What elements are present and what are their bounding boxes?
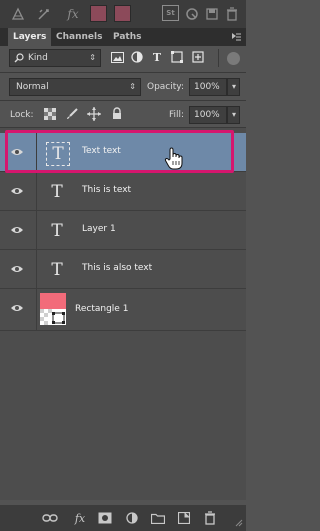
new-layer-icon[interactable]	[176, 510, 192, 526]
divider	[218, 49, 219, 67]
layer-row[interactable]: T This is also text	[0, 250, 246, 289]
visibility-eye-icon[interactable]	[10, 302, 24, 314]
tab-channels[interactable]: Channels	[51, 28, 107, 46]
search-icon	[14, 53, 24, 69]
adjustment-layer-icon[interactable]	[124, 510, 140, 526]
resize-grip-icon[interactable]	[234, 518, 243, 530]
kind-filter-label: Kind	[28, 53, 48, 63]
transform-icon[interactable]	[10, 5, 26, 22]
lock-label: Lock:	[10, 110, 34, 120]
layers-list: T Text text T This is text T Layer 1 T T…	[0, 128, 246, 500]
refresh-icon[interactable]	[184, 5, 200, 22]
blend-mode-dropdown[interactable]: Normal ⇕	[9, 78, 141, 96]
divider	[36, 289, 37, 331]
lock-all-icon[interactable]	[112, 107, 122, 123]
chevron-updown-icon: ⇕	[89, 53, 96, 62]
color-swatch[interactable]	[90, 5, 107, 22]
warp-icon[interactable]	[36, 5, 52, 22]
layer-row[interactable]: T This is text	[0, 172, 246, 211]
shape-layer-thumbnail	[40, 293, 66, 328]
visibility-eye-icon[interactable]	[10, 263, 24, 275]
layer-row[interactable]: T Layer 1	[0, 211, 246, 250]
opacity-label: Opacity:	[147, 82, 184, 92]
text-layer-thumbnail: T	[51, 260, 63, 280]
divider	[36, 172, 37, 211]
panel-top-toolbar: fx St	[0, 0, 246, 28]
divider	[36, 250, 37, 289]
type-filter-icon[interactable]: T	[150, 50, 164, 64]
selection-highlight-frame	[5, 130, 234, 173]
adjustment-filter-icon[interactable]	[130, 50, 144, 64]
layer-name: Rectangle 1	[75, 304, 129, 314]
layer-name: This is text	[82, 185, 132, 195]
opacity-field[interactable]: 100%	[189, 78, 227, 96]
layers-bottom-toolbar: fx	[0, 505, 246, 531]
layer-row[interactable]: Rectangle 1	[0, 289, 246, 331]
divider	[0, 100, 246, 101]
panel-tab-bar: Layers Channels Paths	[0, 28, 246, 46]
kind-filter-dropdown[interactable]: Kind ⇕	[9, 49, 101, 67]
layer-name: Layer 1	[82, 224, 116, 234]
group-folder-icon[interactable]	[150, 510, 166, 526]
save-icon[interactable]	[204, 5, 220, 22]
text-layer-thumbnail: T	[51, 182, 63, 202]
smart-filter-icon[interactable]	[191, 50, 205, 64]
lock-transparent-pixels-icon[interactable]	[44, 108, 56, 123]
shape-filter-icon[interactable]	[170, 50, 184, 64]
divider	[0, 72, 246, 73]
tab-paths[interactable]: Paths	[108, 28, 147, 46]
fill-dropdown-button[interactable]: ▾	[227, 106, 240, 124]
opacity-dropdown-button[interactable]: ▾	[227, 78, 240, 96]
panel-menu-icon[interactable]	[232, 32, 241, 42]
chevron-down-icon: ▾	[231, 110, 236, 119]
lock-image-pixels-icon[interactable]	[66, 108, 78, 123]
visibility-eye-icon[interactable]	[10, 185, 24, 197]
trash-icon[interactable]	[225, 5, 239, 22]
image-filter-icon[interactable]	[110, 50, 124, 64]
visibility-eye-icon[interactable]	[10, 224, 24, 236]
opacity-value: 100%	[194, 82, 220, 92]
color-swatch[interactable]	[114, 5, 131, 22]
tab-layers[interactable]: Layers	[8, 28, 52, 46]
layer-name: This is also text	[82, 263, 153, 273]
fill-value: 100%	[194, 110, 220, 120]
st-badge-icon[interactable]: St	[162, 5, 179, 21]
fill-field[interactable]: 100%	[189, 106, 227, 124]
blend-mode-value: Normal	[16, 82, 49, 92]
fill-label: Fill:	[169, 110, 185, 120]
chevron-updown-icon: ⇕	[129, 82, 136, 91]
text-layer-thumbnail: T	[51, 221, 63, 241]
fx-icon[interactable]: fx	[71, 510, 89, 526]
hand-pointer-cursor-icon	[164, 147, 184, 174]
chevron-down-icon: ▾	[231, 82, 236, 91]
filter-toggle-icon[interactable]	[227, 52, 240, 65]
lock-position-icon[interactable]	[87, 107, 101, 124]
link-layers-icon[interactable]	[42, 510, 58, 526]
divider	[36, 211, 37, 250]
add-mask-icon[interactable]	[97, 510, 113, 526]
fx-icon[interactable]: fx	[64, 5, 82, 22]
trash-icon[interactable]	[203, 510, 217, 526]
